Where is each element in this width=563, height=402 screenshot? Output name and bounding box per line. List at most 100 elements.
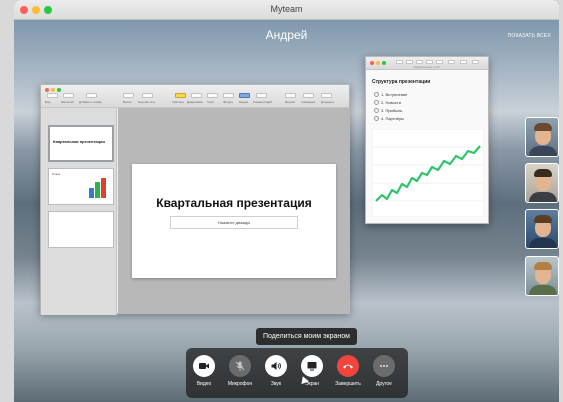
slide-thumbnail: Квартальная презентация: [48, 125, 114, 162]
zoom-tool-icon: [63, 93, 74, 98]
thumbnail-title: Показ: [52, 172, 61, 176]
more-icon: [380, 365, 388, 367]
toolbar-label: Текст: [207, 100, 215, 104]
app-title: Myteam: [270, 4, 303, 14]
avatar-body: [529, 238, 557, 248]
microphone-off-icon: [235, 361, 245, 371]
participant-tile[interactable]: [525, 163, 559, 203]
toolbar-label: Комментарий: [253, 100, 272, 104]
thumbnail-bar: [101, 178, 106, 198]
text-tool-icon: [207, 93, 218, 98]
hang-up-icon: [343, 364, 353, 369]
play-tool-icon: [123, 93, 134, 98]
keynote-zoom-dot: [57, 88, 61, 92]
outline-line-chart: [372, 129, 484, 217]
toolbar-label: Документ: [321, 100, 335, 104]
outline-window-title: Квартальный отчёт: [413, 65, 441, 69]
toolbar-label: Медиа: [239, 100, 249, 104]
slide-canvas: Квартальная презентация Нажмите дважды: [118, 108, 350, 314]
slide-thumbnail: [48, 211, 114, 248]
outline-tool-icon: [472, 60, 479, 64]
avatar-body: [529, 192, 557, 202]
screen-share-button[interactable]: [301, 355, 323, 377]
participant-tile[interactable]: [525, 256, 559, 296]
outline-item: 1. Вступление: [374, 92, 407, 97]
outline-tool-icon: [460, 60, 467, 64]
end-call-button[interactable]: [337, 355, 359, 377]
animate-tool-icon: [303, 93, 314, 98]
media-tool-icon: [239, 93, 250, 98]
slide-title: Квартальная презентация: [156, 196, 312, 210]
toolbar-label: Keynote Live: [138, 100, 156, 104]
avatar-hair: [534, 123, 552, 131]
show-all-button[interactable]: ПОКАЗАТЬ ВСЕХ: [508, 33, 551, 39]
toolbar-label: Формат: [285, 100, 296, 104]
call-stage: Андрей ПОКАЗАТЬ ВСЕХ Вид Масштаб Добавит…: [14, 20, 559, 402]
microphone-control[interactable]: Микрофон: [225, 355, 255, 387]
avatar-hair: [534, 215, 552, 223]
camera-icon: [199, 363, 209, 369]
avatar-hair: [534, 169, 552, 177]
caller-name: Андрей: [265, 28, 308, 42]
slide-thumbnail: Показ: [48, 168, 114, 205]
sound-control[interactable]: Звук: [261, 355, 291, 387]
view-tool-icon: [47, 93, 58, 98]
video-control[interactable]: Видео: [189, 355, 219, 387]
sound-label: Звук: [270, 381, 282, 387]
add-slide-tool-icon: [86, 93, 97, 98]
keynote-close-dot: [45, 88, 49, 92]
comment-tool-icon: [256, 93, 267, 98]
thumbnail-title: Квартальная презентация: [53, 139, 105, 144]
avatar-body: [529, 146, 557, 156]
chart-tool-icon: [191, 93, 202, 98]
outline-item: 3. Прибыль: [374, 108, 402, 113]
slide-navigator: Квартальная презентация Показ: [41, 108, 117, 315]
outline-item: 2. Новости: [374, 100, 401, 105]
avatar-hair: [534, 262, 552, 270]
thumbnail-bar: [89, 188, 94, 198]
toolbar-label: Добавить слайд: [79, 100, 102, 104]
format-tool-icon: [285, 93, 296, 98]
sound-button[interactable]: [265, 355, 287, 377]
outline-tool-icon: [416, 60, 423, 64]
microphone-label: Микрофон: [227, 381, 253, 387]
document-tool-icon: [321, 93, 332, 98]
avatar-body: [529, 285, 557, 295]
keynote-toolbar: Вид Масштаб Добавить слайд Воспр. Keynot…: [41, 85, 349, 108]
participant-tile[interactable]: [525, 117, 559, 157]
participant-tile[interactable]: [525, 209, 559, 249]
current-slide: Квартальная презентация Нажмите дважды: [132, 164, 336, 278]
toolbar-label: Фигура: [223, 100, 233, 104]
shape-tool-icon: [223, 93, 234, 98]
more-button[interactable]: [373, 355, 395, 377]
more-label: Другое: [376, 381, 392, 387]
outline-tool-icon: [406, 60, 413, 64]
more-control[interactable]: Другое: [369, 355, 399, 387]
shared-outline-window: Квартальный отчёт Структура презентации …: [365, 56, 489, 224]
table-tool-icon: [175, 93, 186, 98]
toolbar-label: Вид: [45, 100, 51, 104]
outline-tool-icon: [436, 60, 443, 64]
outline-heading: Структура презентации: [372, 79, 431, 85]
outline-tool-icon: [426, 60, 433, 64]
title-bar: Myteam: [14, 0, 559, 20]
toolbar-label: Диаграмма: [187, 100, 203, 104]
call-controls-bar: Видео Микрофон Звук Экран Завершить Друг…: [186, 348, 408, 398]
outline-tool-icon: [448, 60, 455, 64]
end-call-control[interactable]: Завершить: [333, 355, 363, 387]
video-label: Видео: [196, 381, 212, 387]
video-button[interactable]: [193, 355, 215, 377]
toolbar-label: Таблица: [172, 100, 184, 104]
app-window: Myteam Андрей ПОКАЗАТЬ ВСЕХ Вид Масштаб …: [14, 0, 559, 402]
thumbnail-bar: [95, 182, 100, 198]
share-screen-tooltip: Поделиться моим экраном: [256, 328, 357, 345]
keynote-live-tool-icon: [142, 93, 153, 98]
end-call-label: Завершить: [335, 381, 361, 387]
slide-subtitle-placeholder: Нажмите дважды: [170, 216, 298, 229]
speaker-icon: [271, 362, 281, 370]
microphone-button[interactable]: [229, 355, 251, 377]
outline-item: 4. Партнёры: [374, 116, 404, 121]
screen-share-icon: [307, 362, 317, 371]
outline-tool-icon: [396, 60, 403, 64]
keynote-minimize-dot: [51, 88, 55, 92]
